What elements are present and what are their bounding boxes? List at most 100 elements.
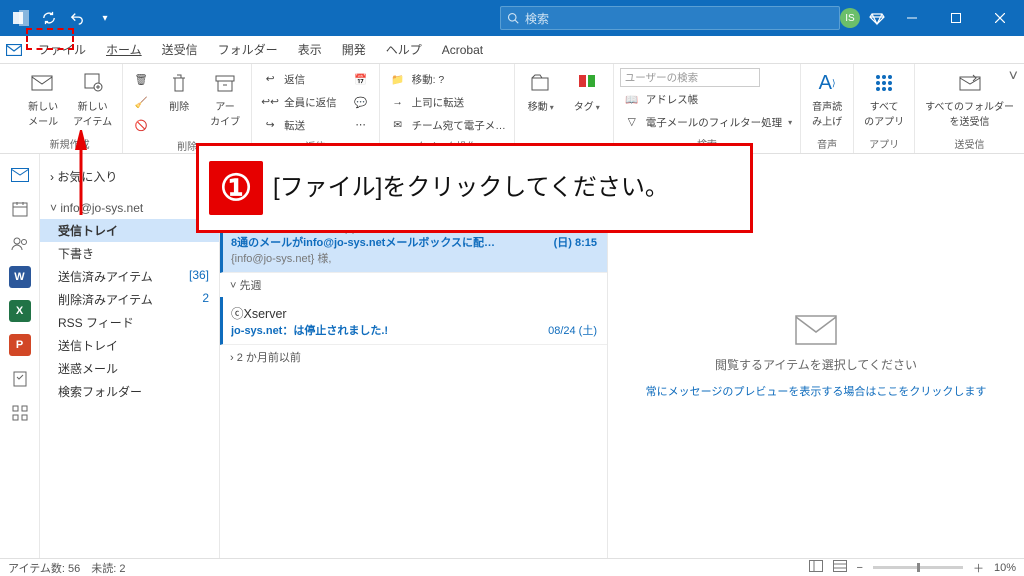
reply-button[interactable]: ↩返信 xyxy=(258,68,339,90)
addressbook-button[interactable]: 📖アドレス帳 xyxy=(620,88,794,110)
msg-subject: jo-sys.net：は停止されました.! xyxy=(231,322,388,338)
todo-module-button[interactable] xyxy=(9,368,31,390)
menu-acrobat[interactable]: Acrobat xyxy=(432,36,493,64)
addressbook-icon: 📖 xyxy=(622,89,642,109)
ribbon-collapse-icon[interactable]: ˅ xyxy=(1009,68,1018,86)
junk-button[interactable]: 🚫 xyxy=(129,114,153,136)
annotation-arrow xyxy=(66,130,96,220)
zoom-out-button[interactable]: − xyxy=(857,562,863,574)
calendar-module-button[interactable] xyxy=(9,198,31,220)
forward-icon: ↪ xyxy=(260,115,280,135)
group-label-delete: 削除 xyxy=(177,136,197,155)
search-placeholder: 検索 xyxy=(525,10,549,27)
menu-sendreceive[interactable]: 送受信 xyxy=(152,36,208,64)
delete-button[interactable]: 削除 xyxy=(159,68,199,136)
reply-all-icon: ↩↩ xyxy=(260,92,280,112)
menu-developer[interactable]: 開発 xyxy=(332,36,376,64)
search-input[interactable]: 検索 xyxy=(500,6,840,30)
more-apps-button[interactable] xyxy=(9,402,31,424)
filter-button[interactable]: ▽電子メールのフィルター処理 xyxy=(620,111,794,133)
qat-customize-icon[interactable]: ▾ xyxy=(96,9,114,27)
statusbar: アイテム数: 56 未読: 2 − ＋ 10% xyxy=(0,558,1024,576)
menu-help[interactable]: ヘルプ xyxy=(376,36,432,64)
archive-icon xyxy=(212,70,238,96)
forward-button[interactable]: ↪転送 xyxy=(258,114,339,136)
nav-drafts[interactable]: 下書き xyxy=(40,242,219,265)
undo-icon[interactable] xyxy=(68,9,86,27)
move-icon xyxy=(528,70,554,96)
tag-icon xyxy=(574,70,600,96)
archive-button[interactable]: アー カイブ xyxy=(205,68,245,136)
meeting-button[interactable]: 📅 xyxy=(349,68,373,90)
avatar[interactable]: IS xyxy=(840,8,860,28)
powerpoint-app-button[interactable]: P xyxy=(9,334,31,356)
ribbon-group-sendreceive: すべてのフォルダー を送受信 送受信 xyxy=(915,64,1024,153)
mail-module-icon[interactable] xyxy=(0,44,28,56)
meeting-icon: 📅 xyxy=(351,69,371,89)
excel-app-button[interactable]: X xyxy=(9,300,31,322)
module-bar: W X P xyxy=(0,154,40,558)
diamond-icon[interactable] xyxy=(868,9,886,27)
menu-home[interactable]: ホーム xyxy=(96,36,152,64)
msg-date: 08/24 (土) xyxy=(548,322,597,338)
read-aloud-button[interactable]: A⟩ 音声読 み上げ xyxy=(807,68,847,130)
word-app-button[interactable]: W xyxy=(9,266,31,288)
msg-date: (日) 8:15 xyxy=(554,234,597,250)
group-label-apps: アプリ xyxy=(869,134,899,153)
minimize-button[interactable] xyxy=(894,0,930,36)
menu-file[interactable]: ファイル xyxy=(28,36,96,64)
quickstep-boss[interactable]: →上司に転送 xyxy=(386,91,508,113)
more-respond-button[interactable]: ⋯ xyxy=(349,114,373,136)
menu-view[interactable]: 表示 xyxy=(288,36,332,64)
nav-deleted[interactable]: 削除済みアイテム2 xyxy=(40,288,219,311)
mail-module-button[interactable] xyxy=(9,164,31,186)
reading-hint-link[interactable]: 常にメッセージのプレビューを表示する場合はここをクリックします xyxy=(646,383,987,399)
new-mail-button[interactable]: 新しい メール xyxy=(23,68,63,130)
people-module-button[interactable] xyxy=(9,232,31,254)
group-lastweek[interactable]: ˅ 先週 xyxy=(220,273,607,297)
nav-rss[interactable]: RSS フィード xyxy=(40,311,219,334)
move-folder-icon: 📁 xyxy=(388,69,408,89)
annotation-highlight-box xyxy=(26,28,74,50)
nav-inbox[interactable]: 受信トレイ xyxy=(40,219,219,242)
callout-text: [ファイル]をクリックしてください。 xyxy=(273,172,669,203)
new-item-icon xyxy=(80,70,106,96)
ribbon-group-apps: すべて のアプリ アプリ xyxy=(854,64,915,153)
close-button[interactable] xyxy=(982,0,1018,36)
reply-all-button[interactable]: ↩↩全員に返信 xyxy=(258,91,339,113)
nav-junk[interactable]: 迷惑メール xyxy=(40,357,219,380)
all-apps-button[interactable]: すべて のアプリ xyxy=(860,68,908,130)
message-item-2[interactable]: ⓒXserver jo-sys.net：は停止されました.!08/24 (土) xyxy=(220,297,607,345)
ribbon: 新しい メール 新しい アイテム 新規作成 🗑 🧹 🚫 削除 アー カイブ xyxy=(0,64,1024,154)
maximize-button[interactable] xyxy=(938,0,974,36)
zoom-in-button[interactable]: ＋ xyxy=(973,560,984,576)
move-button[interactable]: 移動 xyxy=(521,68,561,115)
team-mail-icon: ✉ xyxy=(388,115,408,135)
reply-icon: ↩ xyxy=(260,69,280,89)
sent-count: [36] xyxy=(189,268,209,285)
cleanup-button[interactable]: 🧹 xyxy=(129,91,153,113)
quickstep-move[interactable]: 📁移動: ? xyxy=(386,68,508,90)
nav-outbox[interactable]: 送信トレイ xyxy=(40,334,219,357)
nav-search-folders[interactable]: 検索フォルダー xyxy=(40,380,219,403)
zoom-slider[interactable] xyxy=(873,566,963,569)
sendreceive-all-button[interactable]: すべてのフォルダー を送受信 xyxy=(921,68,1018,130)
tag-button[interactable]: タグ xyxy=(567,68,607,115)
group-label-voice: 音声 xyxy=(817,134,837,153)
quickstep-team[interactable]: ✉チーム宛て電子メ… xyxy=(386,114,508,136)
view-reading-icon[interactable] xyxy=(833,560,847,575)
annotation-callout: ① [ファイル]をクリックしてください。 xyxy=(196,143,753,233)
cleanup-icon: 🧹 xyxy=(131,92,151,112)
view-normal-icon[interactable] xyxy=(809,560,823,575)
titlebar: ▾ 検索 IS xyxy=(0,0,1024,36)
ribbon-group-search: ユーザーの検索 📖アドレス帳 ▽電子メールのフィルター処理 検索 xyxy=(614,64,801,153)
nav-sent[interactable]: 送信済みアイテム[36] xyxy=(40,265,219,288)
group-2months[interactable]: › 2 か月前以前 xyxy=(220,345,607,369)
search-user-input[interactable]: ユーザーの検索 xyxy=(620,68,760,87)
im-button[interactable]: 💬 xyxy=(349,91,373,113)
ignore-button[interactable]: 🗑 xyxy=(129,68,153,90)
new-item-button[interactable]: 新しい アイテム xyxy=(69,68,116,130)
junk-icon: 🚫 xyxy=(131,115,151,135)
sync-icon[interactable] xyxy=(40,9,58,27)
menu-folder[interactable]: フォルダー xyxy=(208,36,288,64)
